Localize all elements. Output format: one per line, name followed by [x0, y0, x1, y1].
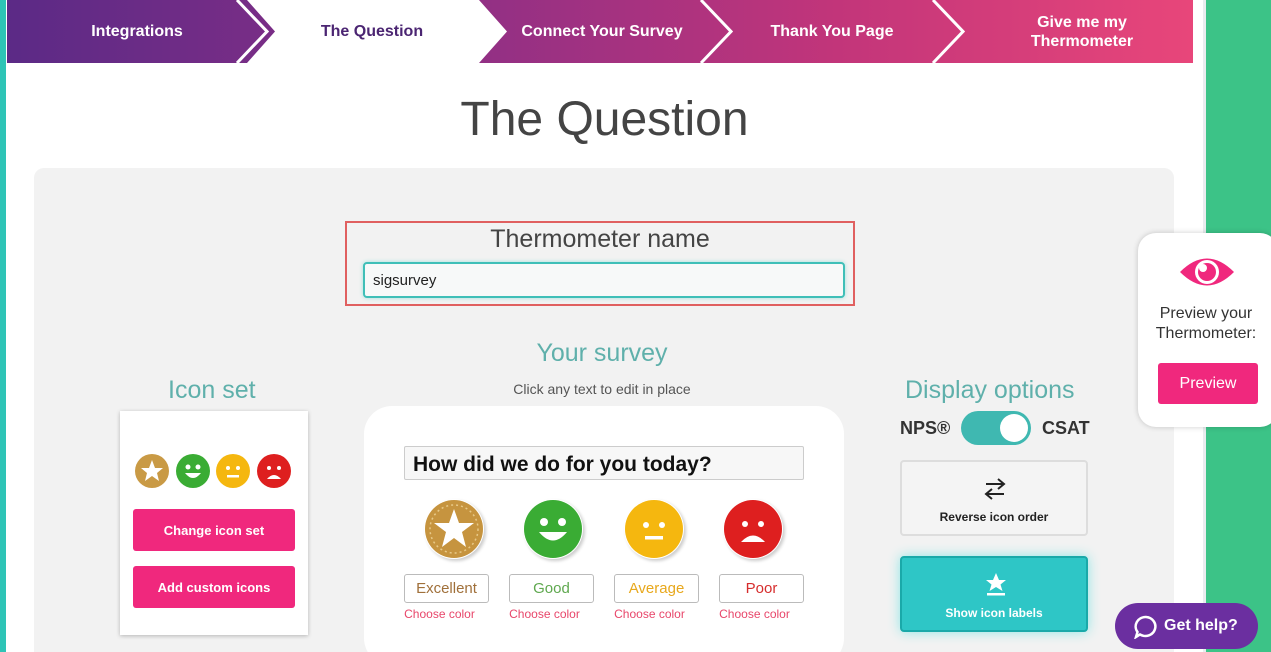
- show-icon-labels-button[interactable]: Show icon labels: [900, 556, 1088, 632]
- mini-star-icon: [135, 454, 169, 488]
- answer-label-excellent[interactable]: Excellent: [404, 574, 489, 603]
- nps-csat-toggle[interactable]: [961, 411, 1031, 445]
- mini-smile-icon: [176, 454, 210, 488]
- thermometer-name-label: Thermometer name: [490, 225, 710, 253]
- step-give-thermometer[interactable]: Give me my Thermometer: [992, 0, 1172, 63]
- eye-icon: [1180, 258, 1234, 286]
- page-title: The Question: [460, 93, 749, 146]
- thermometer-name-box: Thermometer name: [345, 221, 855, 306]
- thermometer-name-input[interactable]: [363, 262, 845, 298]
- main-card: Integrations The Question Connect Your S…: [6, 0, 1203, 652]
- good-smile-icon[interactable]: [523, 499, 583, 559]
- nps-label: NPS®: [900, 418, 951, 438]
- toggle-knob: [1000, 414, 1028, 442]
- preview-panel: Preview your Thermometer: Preview: [1138, 233, 1271, 427]
- edit-hint: Click any text to edit in place: [513, 381, 691, 397]
- question-text[interactable]: How did we do for you today?: [404, 446, 804, 480]
- reverse-icon-order-button[interactable]: Reverse icon order: [900, 460, 1088, 536]
- mini-neutral-icon: [216, 454, 250, 488]
- star-label-icon: [986, 573, 1006, 596]
- answer-label-average[interactable]: Average: [614, 574, 699, 603]
- csat-label: CSAT: [1042, 418, 1090, 438]
- excellent-star-icon[interactable]: [424, 499, 484, 559]
- choose-color-link[interactable]: Choose color: [712, 607, 797, 621]
- poor-sad-icon[interactable]: [723, 499, 783, 559]
- answer-label-poor[interactable]: Poor: [719, 574, 804, 603]
- mini-sad-icon: [257, 454, 291, 488]
- swap-arrows-icon: [984, 478, 1006, 500]
- choose-color-link[interactable]: Choose color: [502, 607, 587, 621]
- preview-caption: Preview your Thermometer:: [1155, 305, 1257, 342]
- change-icon-set-button[interactable]: Change icon set: [133, 509, 295, 551]
- your-survey-heading: Your survey: [536, 339, 668, 367]
- step-integrations[interactable]: Integrations: [27, 0, 247, 63]
- answer-label-good[interactable]: Good: [509, 574, 594, 603]
- average-neutral-icon[interactable]: [624, 499, 684, 559]
- step-the-question[interactable]: The Question: [262, 0, 482, 63]
- show-icon-labels-label: Show icon labels: [945, 606, 1043, 620]
- icon-set-heading: Icon set: [168, 376, 256, 404]
- steps-bar: Integrations The Question Connect Your S…: [7, 0, 1193, 63]
- get-help-button[interactable]: Get help?: [1115, 603, 1258, 649]
- add-custom-icons-button[interactable]: Add custom icons: [133, 566, 295, 608]
- preview-button[interactable]: Preview: [1158, 363, 1258, 404]
- choose-color-link[interactable]: Choose color: [397, 607, 482, 621]
- choose-color-link[interactable]: Choose color: [607, 607, 692, 621]
- step-thank-you-page[interactable]: Thank You Page: [722, 0, 942, 63]
- display-options-heading: Display options: [905, 376, 1075, 404]
- reverse-icon-order-label: Reverse icon order: [939, 510, 1049, 524]
- step-connect-survey[interactable]: Connect Your Survey: [492, 0, 712, 63]
- get-help-label: Get help?: [1164, 617, 1238, 634]
- chat-bubble-icon: [1134, 615, 1157, 639]
